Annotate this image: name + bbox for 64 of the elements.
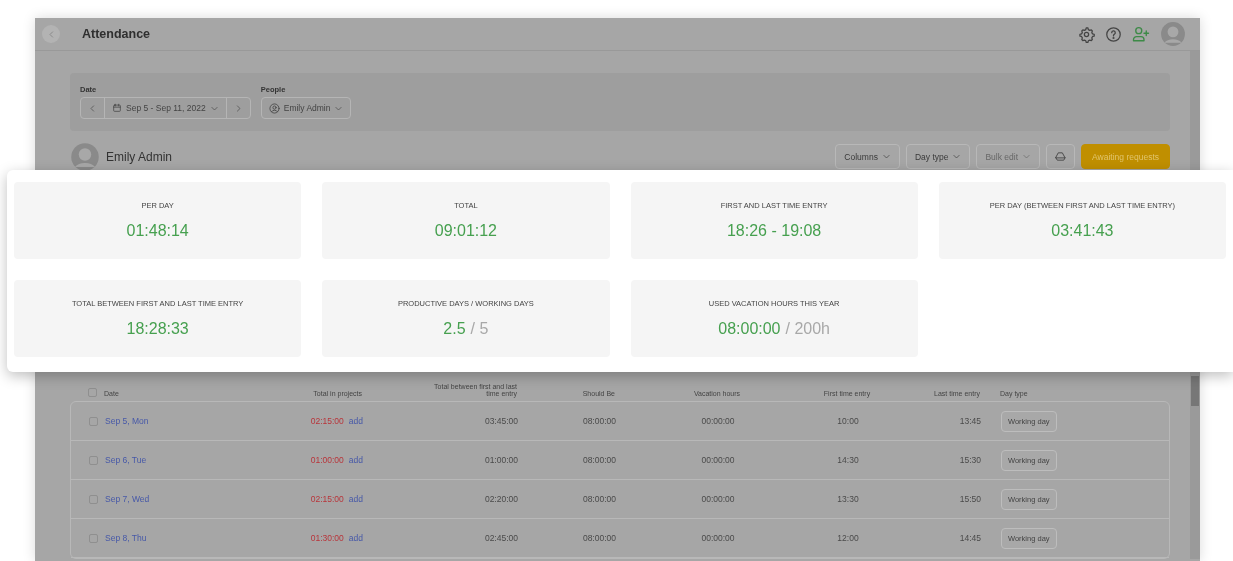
stat-value: 03:41:43 xyxy=(1051,222,1114,240)
table-cell-text: 14:30 xyxy=(836,455,860,465)
date-range-dropdown[interactable]: Sep 5 - Sep 11, 2022 xyxy=(105,98,227,118)
user-plus-icon[interactable] xyxy=(1132,25,1150,43)
stat-value: 08:00:00 xyxy=(718,320,781,338)
user-name: Emily Admin xyxy=(106,149,174,164)
table-cell-text: 08:00:00 xyxy=(581,494,616,504)
table-cell-text: 13:30 xyxy=(836,494,860,504)
table-cell: 02:15:00 xyxy=(310,494,344,504)
table-cell-text: 15:50 xyxy=(958,494,981,504)
scrollbar[interactable] xyxy=(1190,372,1200,559)
page-title: Attendance xyxy=(82,27,152,41)
table-cell-text: 01:00:00 xyxy=(483,455,518,465)
table-cell-text: 13:45 xyxy=(958,416,981,426)
scrollbar-track[interactable] xyxy=(1190,51,1200,170)
table-cell: 01:30:00 xyxy=(310,533,344,543)
table-cell: 01:00:00 xyxy=(310,455,344,465)
stat-value: 18:28:33 xyxy=(126,320,189,338)
chevron-left-icon xyxy=(88,103,97,113)
help-icon[interactable] xyxy=(1105,25,1122,43)
table-cell-text: 08:00:00 xyxy=(581,455,616,465)
stat-value: 09:01:12 xyxy=(434,222,497,240)
dropdown-button[interactable]: Day type xyxy=(905,144,971,169)
checkbox[interactable] xyxy=(88,388,97,397)
table-cell-text: 00:00:00 xyxy=(700,455,736,465)
settings-icon[interactable] xyxy=(1078,25,1095,43)
export-button[interactable] xyxy=(1046,144,1076,169)
table-cell-text: 03:45:00 xyxy=(483,416,518,426)
add-link[interactable]: add xyxy=(348,416,363,426)
dropdown-button[interactable]: Columns xyxy=(835,144,900,169)
stat-total: / 200h xyxy=(785,320,830,338)
calendar-icon xyxy=(112,103,122,113)
drive-icon xyxy=(1055,151,1067,162)
date-link[interactable]: Sep 5, Mon xyxy=(105,416,265,426)
add-link[interactable]: add xyxy=(348,533,363,543)
table-cell-text: 15:30 xyxy=(958,455,981,465)
people-dropdown[interactable]: Emily Admin xyxy=(260,97,352,119)
table-cell-text: 00:00:00 xyxy=(700,416,736,426)
date-link[interactable]: Sep 7, Wed xyxy=(105,494,265,504)
avatar-icon xyxy=(70,141,100,172)
add-link[interactable]: add xyxy=(348,455,363,465)
stat-value: 18:26 - 19:08 xyxy=(726,222,822,240)
stat-value: 2.5 xyxy=(443,320,466,338)
table-cell-text: 08:00:00 xyxy=(581,533,616,543)
chevron-down-icon xyxy=(881,152,891,161)
table-cell: 02:15:00 xyxy=(310,416,344,426)
table-cell-text: 08:00:00 xyxy=(581,416,616,426)
person-icon xyxy=(268,102,280,114)
table-cell-text: 12:00 xyxy=(836,533,860,543)
date-link[interactable]: Sep 8, Thu xyxy=(105,533,265,543)
table-cell-text: 10:00 xyxy=(836,416,860,426)
avatar-icon[interactable] xyxy=(1160,21,1186,47)
table-cell-text: 02:45:00 xyxy=(483,533,518,543)
table-cell-text: 00:00:00 xyxy=(700,533,736,543)
table-cell-text: 00:00:00 xyxy=(700,494,736,504)
scrollbar-thumb[interactable] xyxy=(1191,376,1199,406)
chevron-down-icon xyxy=(1022,152,1032,161)
chevron-down-icon xyxy=(952,152,962,161)
date-link[interactable]: Sep 6, Tue xyxy=(105,455,265,465)
add-link[interactable]: add xyxy=(348,494,363,504)
table-cell-text: 02:20:00 xyxy=(483,494,518,504)
table-cell-text: 14:45 xyxy=(958,533,981,543)
stat-total: / 5 xyxy=(470,320,489,338)
stat-value: 01:48:14 xyxy=(126,222,189,240)
